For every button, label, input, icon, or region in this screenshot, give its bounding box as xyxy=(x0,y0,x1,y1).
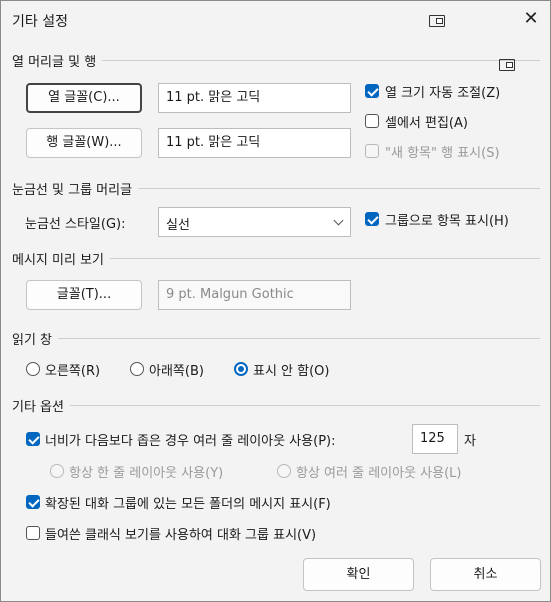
reading-pane-right-label: 오른쪽(R) xyxy=(45,364,101,379)
reading-pane-heading: 읽기 창 xyxy=(12,329,59,348)
reading-pane-off-radio[interactable] xyxy=(234,362,248,376)
gridline-style-label: 눈금선 스타일(G): xyxy=(25,217,126,232)
gridline-style-value: 실선 xyxy=(166,218,190,233)
expanded-conversation-checkbox[interactable] xyxy=(26,495,40,509)
preview-heading: 메시지 미리 보기 xyxy=(12,249,110,268)
group-items-label: 그룹으로 항목 표시(H) xyxy=(385,214,509,229)
other-settings-dialog: 기타 설정 ✕ 열 머리글 및 행 열 글꼴(C)... 11 pt. 맑은 고… xyxy=(0,0,551,602)
compact-layout-checkbox[interactable] xyxy=(26,432,40,446)
autosize-checkbox[interactable] xyxy=(365,84,379,98)
cancel-button[interactable]: 취소 xyxy=(430,558,541,591)
preview-font-field: 9 pt. Malgun Gothic xyxy=(158,280,351,310)
columns-rows-heading: 열 머리글 및 행 xyxy=(12,51,103,70)
title-bar: 기타 설정 ✕ xyxy=(1,1,550,41)
section-divider xyxy=(13,405,540,406)
always-single-line-label: 항상 한 줄 레이아웃 사용(Y) xyxy=(69,466,224,481)
close-icon[interactable]: ✕ xyxy=(521,9,541,29)
reading-pane-right-radio[interactable] xyxy=(26,362,40,376)
always-single-line-radio[interactable] xyxy=(50,464,64,478)
compact-width-unit: 자 xyxy=(464,434,476,449)
new-item-row-checkbox[interactable] xyxy=(365,144,379,158)
column-font-button[interactable]: 열 글꼴(C)... xyxy=(26,83,142,113)
preview-font-button[interactable]: 글꼴(T)... xyxy=(26,280,142,310)
classic-indented-label: 들여쓴 클래식 보기를 사용하여 대화 그룹 표시(V) xyxy=(45,528,317,543)
gridline-style-select[interactable]: 실선 xyxy=(158,207,351,237)
always-multi-line-radio[interactable] xyxy=(277,464,291,478)
expanded-conversation-label: 확장된 대화 그룹에 있는 모든 폴더의 메시지 표시(F) xyxy=(45,497,331,512)
always-multi-line-label: 항상 여러 줄 레이아웃 사용(L) xyxy=(296,466,462,481)
column-font-field[interactable]: 11 pt. 맑은 고딕 xyxy=(158,83,351,113)
compact-width-input[interactable]: 125 xyxy=(412,424,458,454)
group-items-checkbox[interactable] xyxy=(365,212,379,226)
reading-pane-bottom-radio[interactable] xyxy=(130,362,144,376)
reading-pane-bottom-label: 아래쪽(B) xyxy=(149,364,204,379)
dialog-title: 기타 설정 xyxy=(12,14,68,30)
other-options-heading: 기타 옵션 xyxy=(12,396,70,415)
chevron-down-icon xyxy=(333,215,344,226)
classic-indented-checkbox[interactable] xyxy=(26,526,40,540)
dialog-expand-icon[interactable] xyxy=(429,15,445,27)
ok-button[interactable]: 확인 xyxy=(303,558,414,591)
incell-edit-checkbox[interactable] xyxy=(365,114,379,128)
new-item-row-label: "새 항목" 행 표시(S) xyxy=(385,146,500,161)
autosize-label: 열 크기 자동 조절(Z) xyxy=(385,86,501,101)
incell-edit-label: 셀에서 편집(A) xyxy=(385,116,468,131)
row-font-field[interactable]: 11 pt. 맑은 고딕 xyxy=(158,128,351,158)
gridlines-heading: 눈금선 및 그룹 머리글 xyxy=(12,179,139,198)
reading-pane-off-label: 표시 안 함(O) xyxy=(253,364,330,379)
section-expand-icon[interactable] xyxy=(499,59,515,71)
compact-layout-label: 너비가 다음보다 좁은 경우 여러 줄 레이아웃 사용(P): xyxy=(45,434,336,449)
section-divider xyxy=(13,338,540,339)
row-font-button[interactable]: 행 글꼴(W)... xyxy=(26,128,142,158)
